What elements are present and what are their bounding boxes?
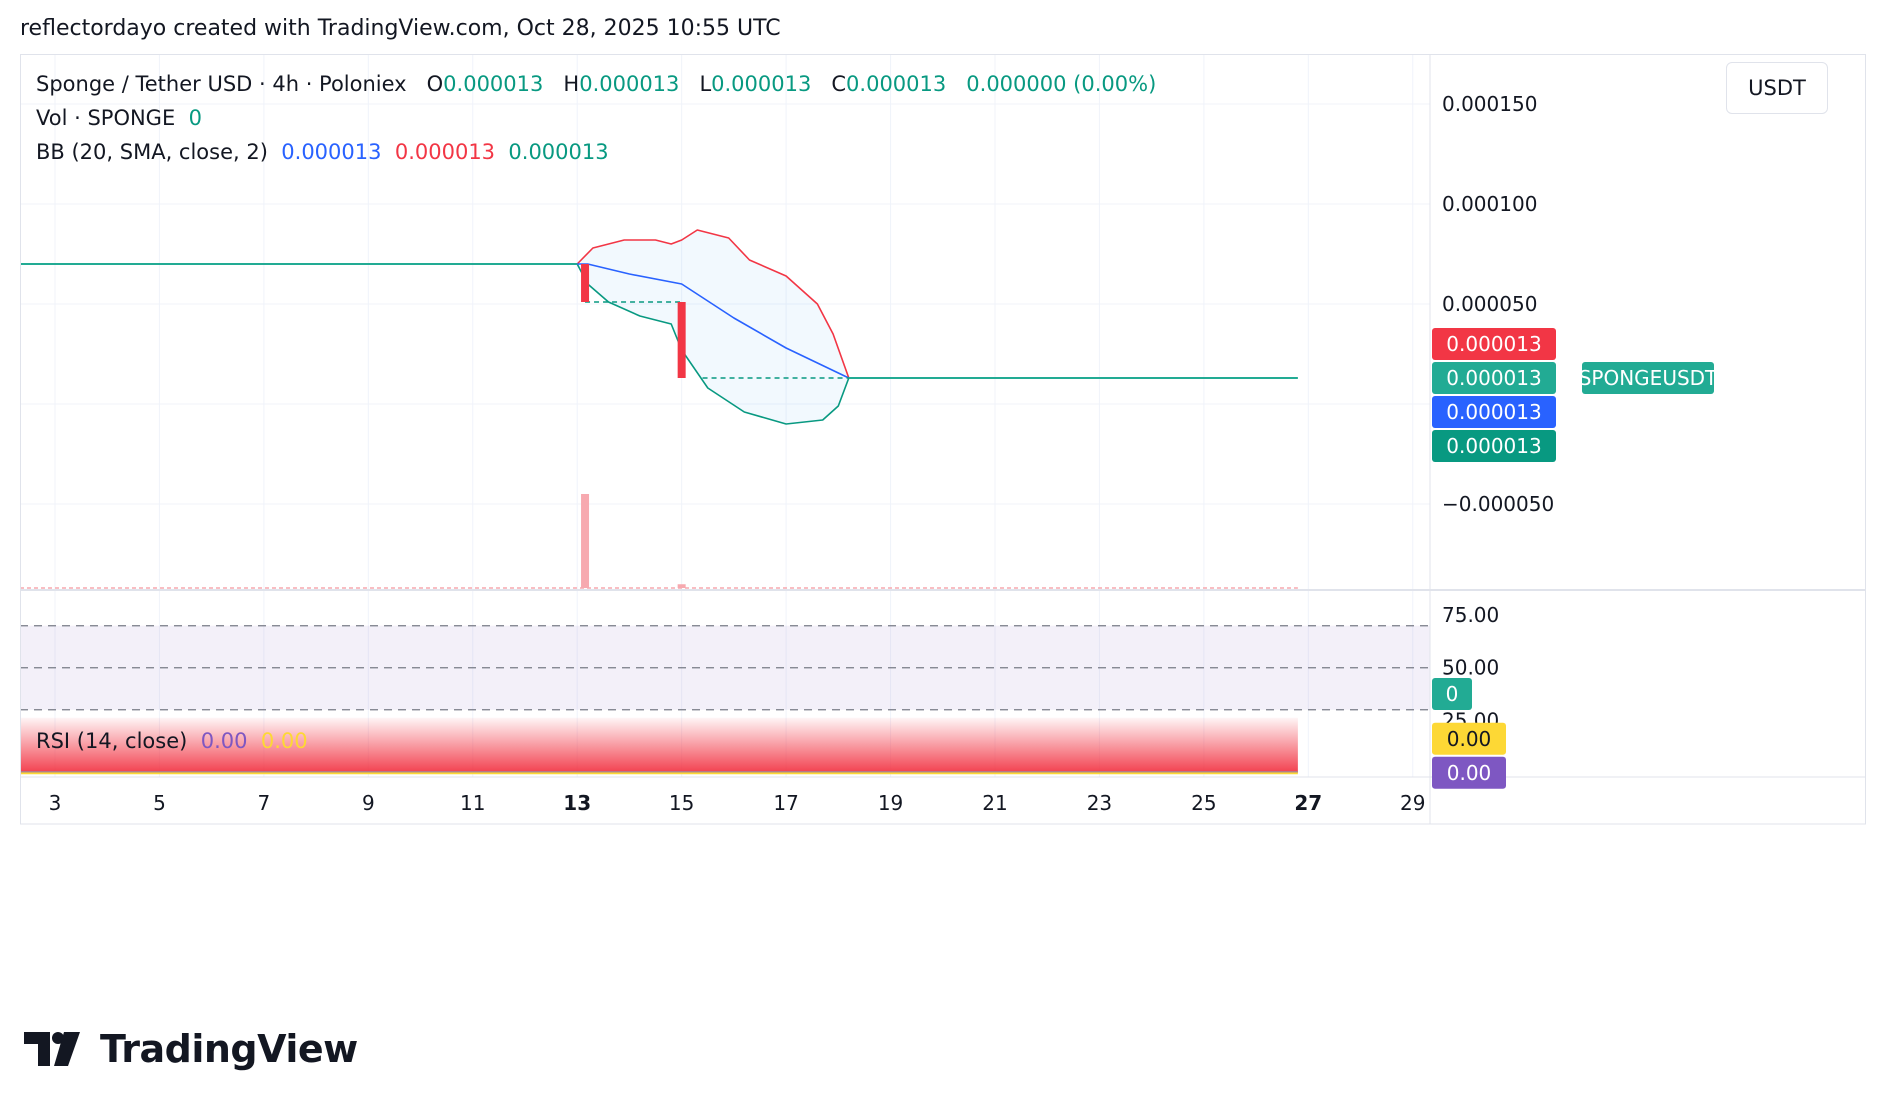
rsi-tick-label: 50.00 xyxy=(1442,656,1499,680)
volume-bar xyxy=(677,584,686,588)
price-tick-label: −0.000050 xyxy=(1442,492,1554,516)
open-value: 0.000013 xyxy=(443,72,544,96)
candle xyxy=(677,302,686,378)
bb-upper-badge-text: 0.000013 xyxy=(1446,332,1541,356)
symbol-tag-badge-text: SPONGEUSDT xyxy=(1579,366,1718,390)
rsi-tick-label: 75.00 xyxy=(1442,603,1499,627)
time-tick-label: 7 xyxy=(258,791,271,815)
open-label: O xyxy=(426,72,444,96)
bb-upper-badge[interactable]: 0.000013 xyxy=(1432,328,1556,360)
bb-lower-value: 0.000013 xyxy=(508,140,609,164)
rsi-badge-text: 0.00 xyxy=(1447,761,1492,785)
price-unit-selector[interactable]: USDT xyxy=(1726,62,1828,114)
last-price-badge[interactable]: 0.000013 xyxy=(1432,362,1556,394)
chart-frame[interactable]: 0.000150 0.000100 0.000050 −0.000050 75.00 50… xyxy=(20,54,1866,990)
volume-pane xyxy=(20,494,1298,589)
bb-legend: BB (20, SMA, close, 2) 0.000013 0.000013… xyxy=(36,140,609,164)
symbol-title[interactable]: Sponge / Tether USD · 4h · Poloniex xyxy=(36,72,407,96)
close-label: C xyxy=(831,72,847,96)
high-value: 0.000013 xyxy=(579,72,680,96)
chart-svg[interactable]: 0.0001500.0001000.000050−0.00005075.0050… xyxy=(20,54,1866,990)
price-tick-label: 0.000100 xyxy=(1442,192,1537,216)
low-label: L xyxy=(699,72,712,96)
low-value: 0.000013 xyxy=(711,72,812,96)
last-price-badge-text: 0.000013 xyxy=(1446,366,1541,390)
bb-basis-badge-text: 0.000013 xyxy=(1446,400,1541,424)
bb-lower-badge-text: 0.000013 xyxy=(1446,434,1541,458)
rsi-value: 0.00 xyxy=(200,729,248,753)
bb-label[interactable]: BB (20, SMA, close, 2) xyxy=(36,140,268,164)
high-label: H xyxy=(563,72,580,96)
symbol-tag-badge[interactable]: SPONGEUSDT xyxy=(1579,362,1718,394)
bb-lower-badge[interactable]: 0.000013 xyxy=(1432,430,1556,462)
change-value: 0.000000 (0.00%) xyxy=(966,72,1157,96)
rsi-label[interactable]: RSI (14, close) xyxy=(36,729,187,753)
time-tick-label: 15 xyxy=(669,791,694,815)
rsi-legend: RSI (14, close) 0.00 0.00 xyxy=(36,729,308,753)
rsi-ma-badge-text: 0.00 xyxy=(1447,727,1492,751)
volume-legend: Vol · SPONGE 0 xyxy=(36,106,202,130)
bb-fill xyxy=(577,230,849,424)
price-tick-label: 0.000150 xyxy=(1442,92,1537,116)
tradingview-logo-icon xyxy=(24,1032,80,1066)
time-tick-label: 27 xyxy=(1294,791,1322,815)
time-tick-label: 21 xyxy=(982,791,1007,815)
chart-caption: reflectordayo created with TradingView.c… xyxy=(20,16,781,41)
volume-badge-text: 0 xyxy=(1446,682,1459,706)
volume-value: 0 xyxy=(188,106,202,130)
close-value: 0.000013 xyxy=(846,72,947,96)
time-tick-label: 29 xyxy=(1400,791,1425,815)
price-tick-label: 0.000050 xyxy=(1442,292,1537,316)
volume-badge[interactable]: 0 xyxy=(1432,678,1472,710)
time-tick-label: 13 xyxy=(563,791,591,815)
time-tick-label: 9 xyxy=(362,791,375,815)
time-tick-label: 17 xyxy=(773,791,798,815)
time-tick-label: 5 xyxy=(153,791,166,815)
volume-bar xyxy=(581,494,590,588)
tradingview-logo-text: TradingView xyxy=(100,1027,358,1071)
time-tick-label: 11 xyxy=(460,791,485,815)
tradingview-logo: TradingView xyxy=(24,1026,358,1072)
time-tick-label: 3 xyxy=(49,791,62,815)
ohlc-legend: Sponge / Tether USD · 4h · Poloniex O0.0… xyxy=(36,72,1156,96)
bollinger-bands xyxy=(576,229,850,425)
time-tick-label: 25 xyxy=(1191,791,1216,815)
bb-basis-value: 0.000013 xyxy=(281,140,382,164)
volume-label[interactable]: Vol · SPONGE xyxy=(36,106,175,130)
rsi-ma-value: 0.00 xyxy=(260,729,308,753)
bb-upper-value: 0.000013 xyxy=(394,140,496,164)
time-tick-label: 23 xyxy=(1087,791,1112,815)
bb-basis-badge[interactable]: 0.000013 xyxy=(1432,396,1556,428)
candle xyxy=(581,264,590,302)
time-tick-label: 19 xyxy=(878,791,903,815)
rsi-ma-badge[interactable]: 0.00 xyxy=(1432,722,1506,755)
rsi-badge[interactable]: 0.00 xyxy=(1432,756,1506,789)
